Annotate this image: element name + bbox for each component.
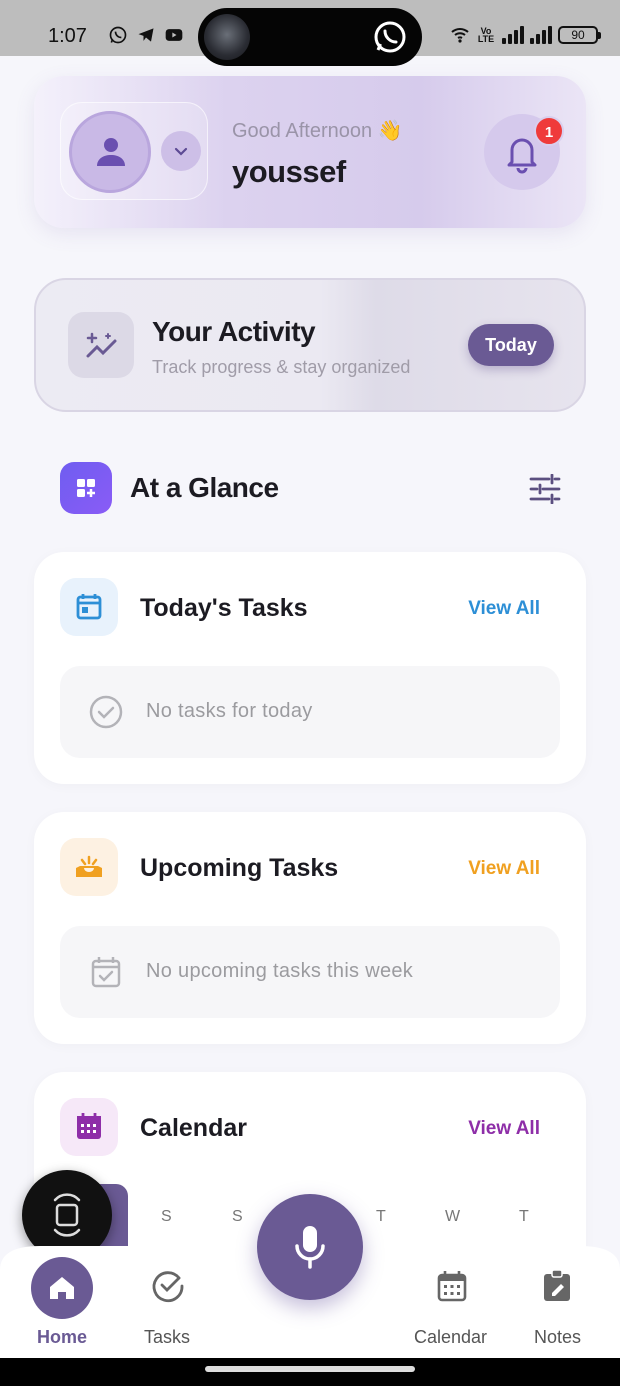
system-nav-bar [0,1358,620,1386]
signal-icon [530,26,552,44]
upcoming-tasks-title: Upcoming Tasks [140,854,339,882]
contact-avatar [204,14,250,60]
nav-home-label[interactable]: Home [37,1327,87,1348]
telegram-icon [138,28,154,42]
todays-tasks-title: Today's Tasks [140,594,308,622]
status-time: 1:07 [48,25,87,47]
note-icon[interactable] [541,1268,575,1304]
section-title: At a Glance [130,472,279,503]
person-icon [97,138,125,166]
avatar[interactable] [69,111,151,193]
sparkle-chart-icon [86,332,117,358]
today-filter-button[interactable]: Today [468,324,554,366]
calendar-icon [77,1113,101,1139]
status-bar: 1:07 Vo LTE 90 [0,0,620,66]
calendar-today-icon [76,594,102,620]
nav-home-button[interactable] [31,1257,93,1319]
check-circle-icon [89,695,123,729]
empty-state-text: No tasks for today [146,700,313,722]
calendar-check-icon [91,957,121,988]
youtube-icon [165,29,183,41]
microphone-icon [295,1226,325,1269]
chevron-down-icon [174,147,188,156]
activity-subtitle: Track progress & stay organized [152,357,411,377]
upcoming-tasks-card: Upcoming Tasks View All No upcoming task… [34,812,586,1044]
greeting-text: Good Afternoon 👋 [232,120,403,142]
calendar-icon-box [60,1098,118,1156]
activity-icon-box [68,312,134,378]
dashboard-icon [60,462,112,514]
signal-icon [502,26,524,44]
todays-tasks-card: Today's Tasks View All No tasks for toda… [34,552,586,784]
nav-tasks-label[interactable]: Tasks [144,1327,190,1348]
nav-notes-label[interactable]: Notes [534,1327,581,1348]
empty-state-text: No upcoming tasks this week [146,960,414,982]
profile-dropdown-button[interactable] [161,131,201,171]
nav-calendar-label[interactable]: Calendar [414,1327,487,1348]
greeting-header: Good Afternoon 👋 youssef 1 [34,76,586,228]
whatsapp-icon[interactable] [372,19,408,55]
whatsapp-icon [109,26,127,44]
todays-tasks-view-all[interactable]: View All [468,598,540,620]
notification-icons [108,25,184,45]
home-icon [50,1277,74,1299]
empty-state: No tasks for today [60,666,560,758]
upcoming-icon [76,855,102,877]
battery-icon: 90 [558,26,601,44]
activity-title: Your Activity [152,316,316,347]
calendar-title: Calendar [140,1114,247,1142]
profile-switcher[interactable] [60,102,208,200]
system-status-icons: Vo LTE 90 [450,26,601,44]
empty-state: No upcoming tasks this week [60,926,560,1018]
upcoming-tasks-view-all[interactable]: View All [468,858,540,880]
username: youssef [232,154,346,189]
calendar-icon[interactable] [434,1268,470,1304]
wifi-icon [451,28,469,43]
activity-card[interactable]: Your Activity Track progress & stay orga… [34,278,586,412]
camera-pill [198,8,422,66]
notification-badge: 1 [534,116,564,146]
upcoming-icon-box [60,838,118,896]
check-circle-icon[interactable] [150,1268,186,1304]
today-calendar-icon-box [60,578,118,636]
volte-icon: Vo LTE [477,26,495,44]
gesture-handle[interactable] [205,1366,415,1372]
tune-icon[interactable] [528,474,562,504]
voice-input-button[interactable] [257,1194,363,1300]
calendar-view-all[interactable]: View All [468,1118,540,1140]
